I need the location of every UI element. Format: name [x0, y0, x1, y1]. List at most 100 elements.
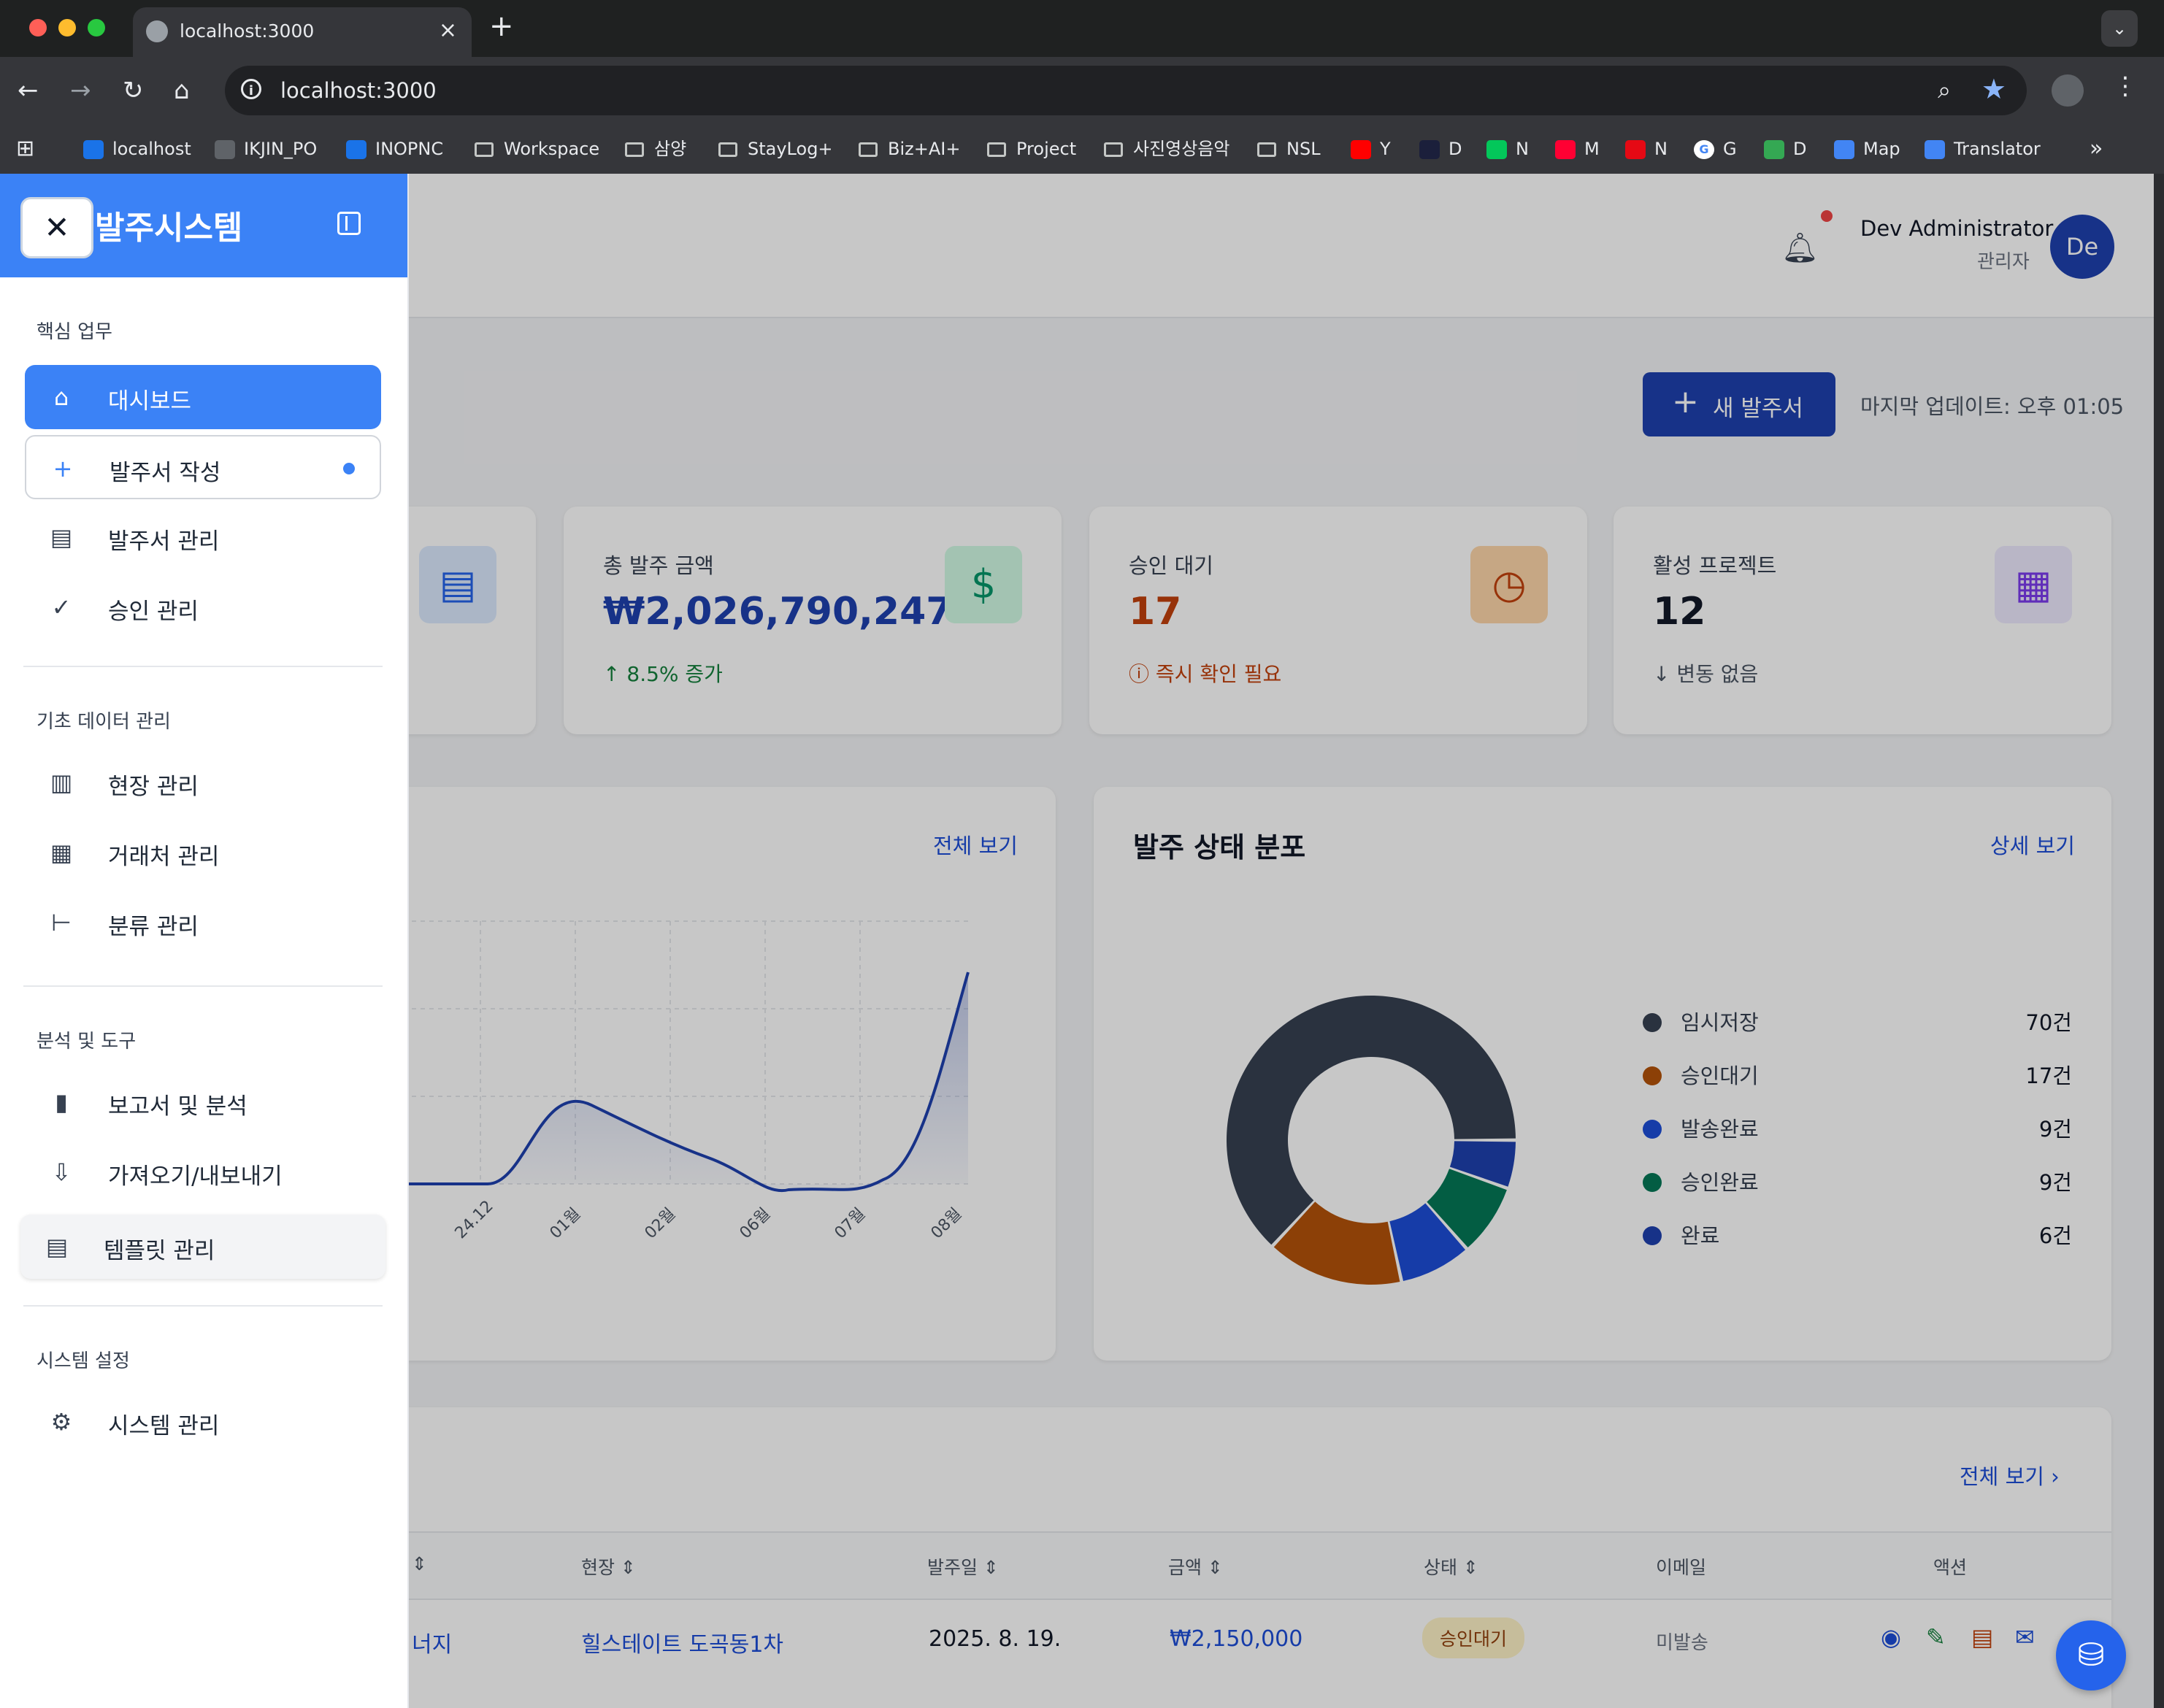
divider — [23, 985, 383, 987]
sidebar-item-import-export[interactable]: ⇩ 가져오기/내보내기 — [25, 1140, 381, 1204]
bookmark-label: 삼양 — [654, 139, 687, 159]
bookmark-item[interactable]: M — [1555, 134, 1600, 164]
bookmark-label: Y — [1380, 139, 1391, 159]
bookmark-label: NSL — [1286, 139, 1321, 159]
address-bar[interactable]: i localhost:3000 ⌕ ★ — [225, 66, 2027, 115]
template-icon: ▤ — [45, 1233, 69, 1261]
home-icon[interactable]: ⌂ — [174, 74, 190, 107]
site-info-icon[interactable]: i — [241, 79, 261, 99]
folder-icon — [718, 142, 737, 157]
building-icon: ▥ — [50, 769, 73, 796]
sidebar-item-sites[interactable]: ▥ 현장 관리 — [25, 750, 381, 815]
bookmark-item[interactable]: Biz+AI+ — [859, 134, 960, 164]
browser-menu-icon[interactable]: ⋮ — [2113, 72, 2138, 101]
bookmark-item[interactable]: GG — [1694, 134, 1737, 164]
bookmark-label: D — [1449, 139, 1462, 159]
bookmark-item[interactable]: D — [1764, 134, 1806, 164]
naver-icon — [1486, 140, 1507, 159]
bookmark-label: localhost — [112, 139, 191, 159]
sidebar-item-label: 현장 관리 — [108, 774, 199, 800]
maps-icon — [1834, 140, 1854, 159]
sidebar-item-templates[interactable]: ▤ 템플릿 관리 — [20, 1215, 385, 1279]
scrollbar[interactable] — [2154, 174, 2164, 1708]
folder-icon — [475, 142, 494, 157]
bookmark-item[interactable]: Y — [1351, 134, 1391, 164]
sidebar-item-label: 보고서 및 분석 — [108, 1093, 248, 1120]
bookmark-item[interactable]: localhost — [83, 134, 191, 164]
bookmark-label: M — [1584, 139, 1600, 159]
section-system: 시스템 설정 — [37, 1350, 130, 1372]
netflix-icon — [1625, 140, 1646, 159]
sidebar-item-label: 발주서 작성 — [110, 460, 221, 486]
bookmark-item[interactable]: N — [1486, 134, 1529, 164]
bookmark-item[interactable]: D — [1419, 134, 1462, 164]
folder-icon — [625, 142, 644, 157]
folder-icon — [859, 142, 878, 157]
sidebar-item-label: 가져오기/내보내기 — [108, 1163, 283, 1190]
close-icon[interactable]: ✕ — [20, 197, 93, 258]
bookmark-item[interactable]: 사진영상음악 — [1104, 134, 1229, 164]
more-bookmarks-icon[interactable]: » — [2090, 134, 2103, 164]
profile-avatar[interactable] — [2052, 74, 2084, 107]
bookmark-item[interactable]: INOPNC — [346, 134, 443, 164]
sidebar-item-label: 시스템 관리 — [108, 1413, 220, 1439]
bookmark-label: Project — [1016, 139, 1077, 159]
sidebar-item-categories[interactable]: ⊢ 분류 관리 — [25, 890, 381, 955]
forward-icon[interactable]: → — [70, 74, 91, 107]
new-tab-button[interactable]: + — [489, 10, 514, 42]
zoom-window-button[interactable] — [88, 19, 105, 36]
divider — [23, 666, 383, 667]
sidebar-item-create-order[interactable]: + 발주서 작성 — [25, 435, 381, 499]
tab-search-button[interactable]: ⌄ — [2101, 10, 2138, 47]
sidebar-item-approval[interactable]: ✓ 승인 관리 — [25, 575, 381, 639]
bookmark-label: Workspace — [504, 139, 600, 159]
sidebar-header: ✕ 발주시스템 — [0, 174, 407, 277]
bookmark-item[interactable]: StayLog+ — [718, 134, 833, 164]
check-circle-icon: ✓ — [51, 593, 72, 621]
bookmark-item[interactable]: Map — [1834, 134, 1900, 164]
close-window-button[interactable] — [29, 19, 47, 36]
collapse-sidebar-icon[interactable] — [337, 212, 361, 235]
sidebar-item-label: 템플릿 관리 — [104, 1238, 215, 1264]
bookmark-item[interactable]: 삼양 — [625, 134, 686, 164]
document-icon: ▤ — [50, 523, 73, 551]
drive-icon — [1764, 140, 1784, 159]
bookmark-label: Map — [1863, 139, 1900, 159]
bookmark-label: G — [1723, 139, 1737, 159]
app-icon — [346, 140, 367, 159]
apps-grid-icon[interactable]: ⊞ — [16, 134, 34, 164]
bookmark-item[interactable]: Project — [987, 134, 1076, 164]
bookmark-item[interactable]: Workspace — [475, 134, 599, 164]
tab-title: localhost:3000 — [180, 20, 315, 42]
music-icon — [1555, 140, 1576, 159]
sidebar-item-reports[interactable]: ▮ 보고서 및 분석 — [25, 1070, 381, 1134]
bookmark-label: D — [1793, 139, 1807, 159]
d-icon — [1419, 140, 1440, 159]
sidebar-title: 발주시스템 — [95, 209, 243, 247]
database-icon[interactable]: ⛁ — [2056, 1620, 2126, 1690]
url-text: localhost:3000 — [280, 78, 437, 103]
browser-tab[interactable]: localhost:3000 × — [133, 7, 472, 57]
sidebar-item-vendors[interactable]: ▦ 거래처 관리 — [25, 820, 381, 885]
sidebar-item-dashboard[interactable]: ⌂ 대시보드 — [25, 365, 381, 429]
reload-icon[interactable]: ↻ — [123, 74, 144, 107]
sidebar-item-label: 분류 관리 — [108, 914, 199, 940]
browser-tab-bar: localhost:3000 × + ⌄ — [0, 0, 2164, 57]
sidebar-item-order-management[interactable]: ▤ 발주서 관리 — [25, 505, 381, 569]
bookmark-item[interactable]: N — [1625, 134, 1668, 164]
section-core: 핵심 업무 — [37, 321, 112, 343]
bookmark-item[interactable]: IKJIN_PO — [215, 134, 317, 164]
tab-close-icon[interactable]: × — [439, 18, 457, 43]
folder-icon — [1104, 142, 1123, 157]
bookmark-label: IKJIN_PO — [244, 139, 318, 159]
bookmark-item[interactable]: Translator — [1925, 134, 2041, 164]
bookmark-star-icon[interactable]: ★ — [1981, 73, 2006, 105]
zoom-icon[interactable]: ⌕ — [1938, 76, 1951, 104]
sidebar-item-label: 발주서 관리 — [108, 528, 220, 555]
bookmark-label: Biz+AI+ — [888, 139, 961, 159]
bookmark-label: INOPNC — [375, 139, 444, 159]
back-icon[interactable]: ← — [18, 74, 39, 107]
sidebar-item-system-management[interactable]: ⚙ 시스템 관리 — [25, 1390, 381, 1454]
minimize-window-button[interactable] — [58, 19, 76, 36]
bookmark-item[interactable]: NSL — [1257, 134, 1321, 164]
